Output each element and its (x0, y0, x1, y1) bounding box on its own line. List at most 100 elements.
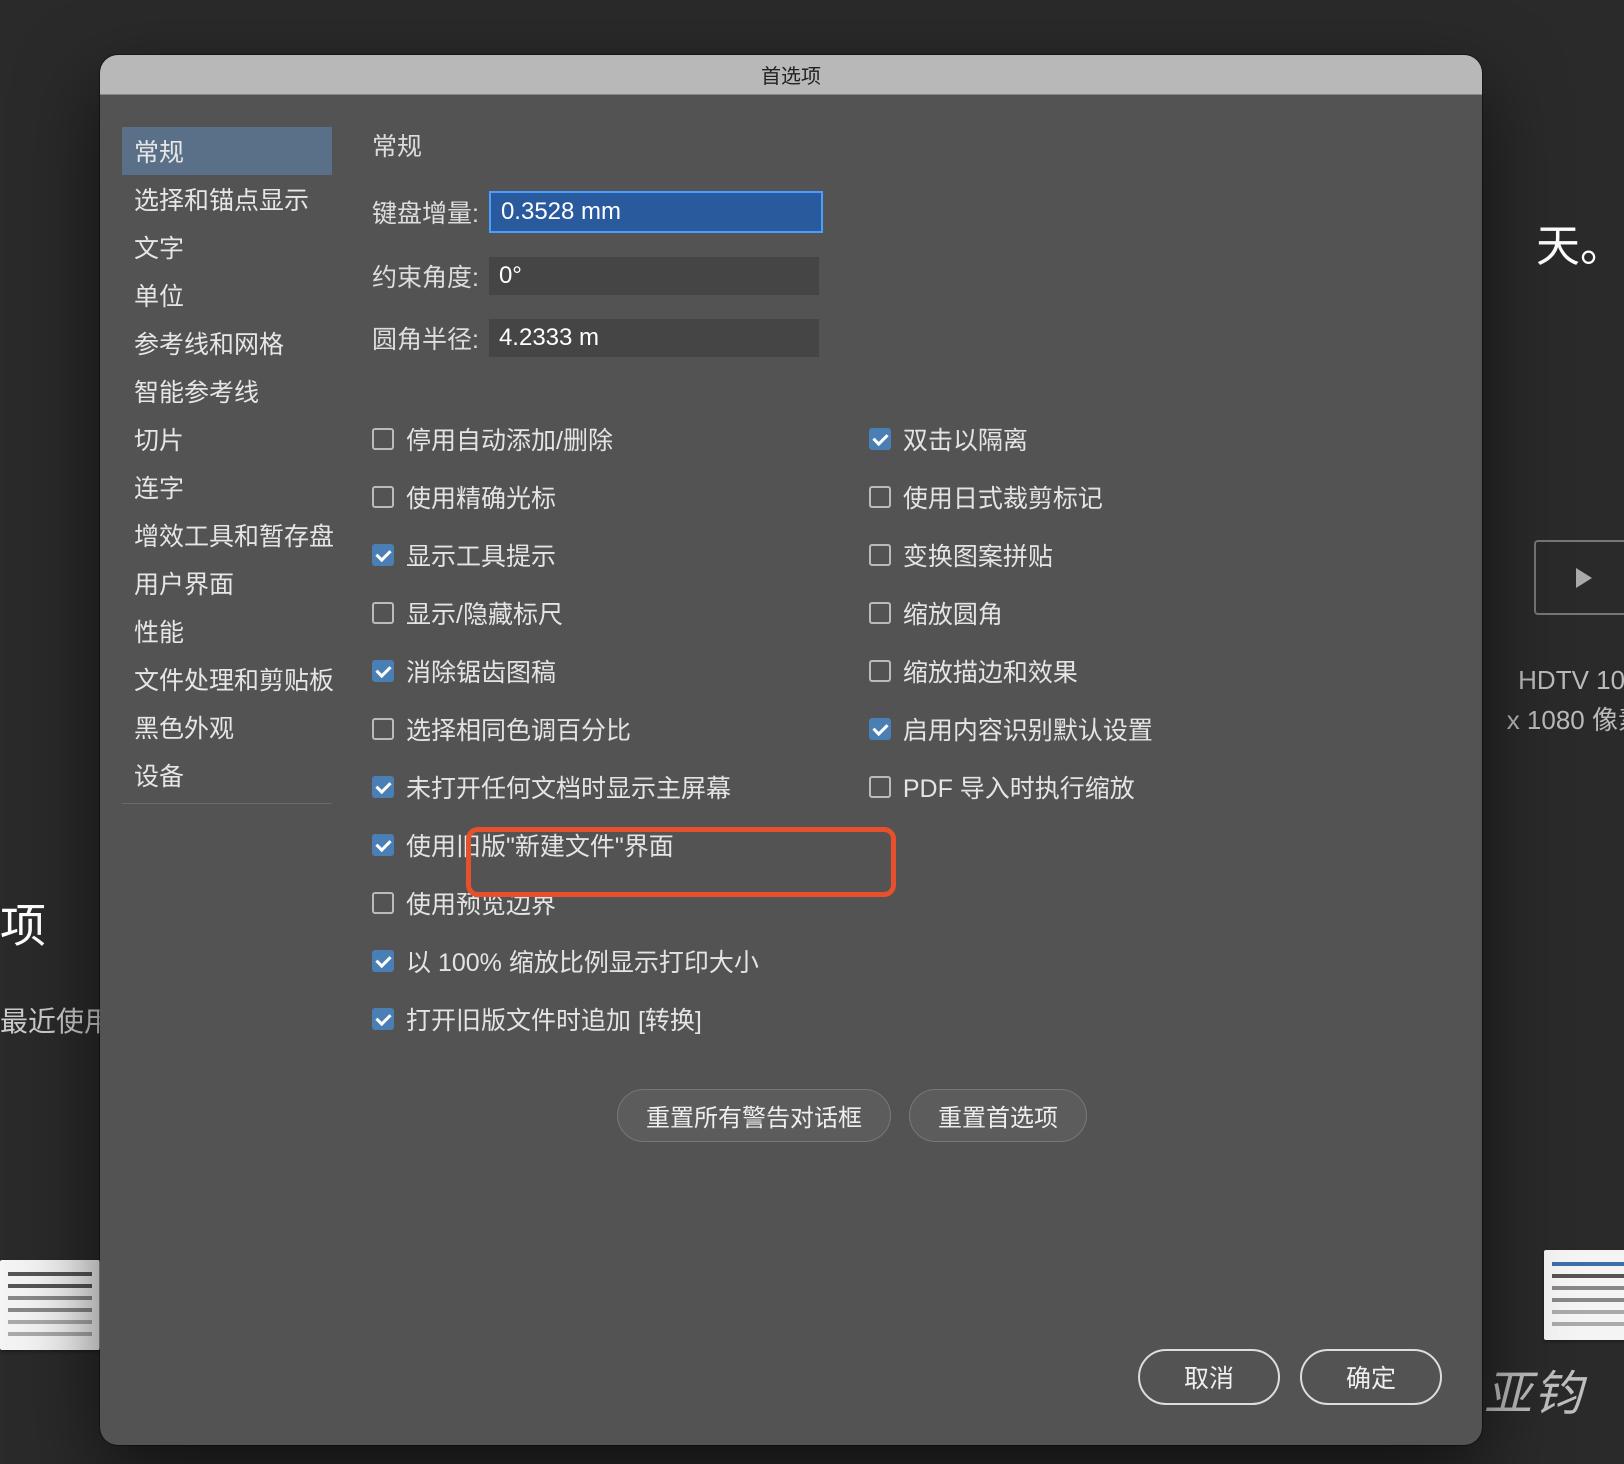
checkbox-label: 打开旧版文件时追加 [转换] (406, 1001, 702, 1037)
recent-thumbnail (0, 1260, 100, 1350)
checkbox-icon[interactable] (372, 834, 394, 856)
left-check-3[interactable]: 显示/隐藏标尺 (372, 595, 759, 631)
dialog-title: 首选项 (100, 55, 1482, 95)
checkbox-icon[interactable] (372, 950, 394, 972)
checkbox-label: 显示/隐藏标尺 (406, 595, 563, 631)
right-check-5[interactable]: 启用内容识别默认设置 (869, 711, 1153, 747)
checkbox-icon[interactable] (869, 776, 891, 798)
sidebar-item-plugins[interactable]: 增效工具和暂存盘 (122, 511, 332, 559)
dialog-footer: 取消 确定 (100, 1349, 1482, 1445)
left-check-9[interactable]: 以 100% 缩放比例显示打印大小 (372, 943, 759, 979)
checkbox-label: 选择相同色调百分比 (406, 711, 631, 747)
left-check-10[interactable]: 打开旧版文件时追加 [转换] (372, 1001, 759, 1037)
reset-prefs-button[interactable]: 重置首选项 (909, 1089, 1087, 1142)
checkbox-label: 未打开任何文档时显示主屏幕 (406, 769, 731, 805)
left-check-1[interactable]: 使用精确光标 (372, 479, 759, 515)
left-check-2[interactable]: 显示工具提示 (372, 537, 759, 573)
row-corner-radius: 圆角半径: (372, 319, 1452, 357)
input-constrain-angle[interactable] (489, 257, 819, 295)
right-check-1[interactable]: 使用日式裁剪标记 (869, 479, 1153, 515)
content-panel: 常规 键盘增量: 约束角度: 圆角半径: 停用自动添加/删除使用精确光标显示工具… (332, 127, 1452, 1349)
checkbox-icon[interactable] (869, 486, 891, 508)
bg-left-subheading: 最近使用 (0, 1000, 112, 1040)
bg-preset-dims: x 1080 像素 (1507, 700, 1624, 737)
preset-thumbnail-icon (1534, 540, 1624, 615)
checkbox-label: 使用日式裁剪标记 (903, 479, 1103, 515)
label-corner-radius: 圆角半径: (372, 320, 479, 356)
checkbox-label: 启用内容识别默认设置 (903, 711, 1153, 747)
checkbox-label: PDF 导入时执行缩放 (903, 769, 1135, 805)
recent-thumbnail (1544, 1250, 1624, 1340)
right-check-6[interactable]: PDF 导入时执行缩放 (869, 769, 1153, 805)
sidebar-item-hyphenation[interactable]: 连字 (122, 463, 332, 511)
sidebar-item-units[interactable]: 单位 (122, 271, 332, 319)
sidebar-item-slices[interactable]: 切片 (122, 415, 332, 463)
sidebar-item-file-handling[interactable]: 文件处理和剪贴板 (122, 655, 332, 703)
checkbox-icon[interactable] (372, 1008, 394, 1030)
checkbox-icon[interactable] (372, 428, 394, 450)
left-check-8[interactable]: 使用预览边界 (372, 885, 759, 921)
checkbox-column-right: 双击以隔离使用日式裁剪标记变换图案拼贴缩放圆角缩放描边和效果启用内容识别默认设置… (869, 421, 1153, 1037)
sidebar-item-devices[interactable]: 设备 (122, 751, 332, 799)
checkbox-column-left: 停用自动添加/删除使用精确光标显示工具提示显示/隐藏标尺消除锯齿图稿选择相同色调… (372, 421, 759, 1037)
checkbox-icon[interactable] (372, 602, 394, 624)
preferences-sidebar: 常规 选择和锚点显示 文字 单位 参考线和网格 智能参考线 切片 连字 增效工具… (122, 127, 332, 804)
dialog-body: 常规 选择和锚点显示 文字 单位 参考线和网格 智能参考线 切片 连字 增效工具… (100, 95, 1482, 1349)
bg-preset-title: HDTV 1080 (1518, 665, 1624, 696)
label-keyboard-increment: 键盘增量: (372, 194, 479, 230)
checkbox-label: 使用旧版"新建文件"界面 (406, 827, 674, 863)
sidebar-item-guides[interactable]: 参考线和网格 (122, 319, 332, 367)
checkbox-icon[interactable] (372, 718, 394, 740)
row-keyboard-increment: 键盘增量: (372, 191, 1452, 233)
input-corner-radius[interactable] (489, 319, 819, 357)
checkbox-label: 缩放描边和效果 (903, 653, 1078, 689)
right-check-0[interactable]: 双击以隔离 (869, 421, 1153, 457)
checkbox-icon[interactable] (372, 486, 394, 508)
checkbox-label: 使用精确光标 (406, 479, 556, 515)
checkbox-icon[interactable] (869, 718, 891, 740)
label-constrain-angle: 约束角度: (372, 258, 479, 294)
sidebar-item-smart-guides[interactable]: 智能参考线 (122, 367, 332, 415)
bg-text: 天。 (1536, 210, 1624, 274)
checkbox-label: 消除锯齿图稿 (406, 653, 556, 689)
left-check-7[interactable]: 使用旧版"新建文件"界面 (372, 827, 759, 863)
checkbox-icon[interactable] (869, 544, 891, 566)
row-constrain-angle: 约束角度: (372, 257, 1452, 295)
checkbox-label: 以 100% 缩放比例显示打印大小 (406, 943, 759, 979)
checkbox-icon[interactable] (372, 892, 394, 914)
reset-button-row: 重置所有警告对话框 重置首选项 (252, 1089, 1452, 1142)
checkbox-zone: 停用自动添加/删除使用精确光标显示工具提示显示/隐藏标尺消除锯齿图稿选择相同色调… (372, 421, 1452, 1037)
left-check-5[interactable]: 选择相同色调百分比 (372, 711, 759, 747)
sidebar-item-ui[interactable]: 用户界面 (122, 559, 332, 607)
checkbox-label: 停用自动添加/删除 (406, 421, 613, 457)
checkbox-icon[interactable] (869, 660, 891, 682)
right-check-2[interactable]: 变换图案拼贴 (869, 537, 1153, 573)
right-check-3[interactable]: 缩放圆角 (869, 595, 1153, 631)
reset-warnings-button[interactable]: 重置所有警告对话框 (617, 1089, 891, 1142)
cancel-button[interactable]: 取消 (1138, 1349, 1280, 1405)
left-check-4[interactable]: 消除锯齿图稿 (372, 653, 759, 689)
sidebar-item-general[interactable]: 常规 (122, 127, 332, 175)
checkbox-icon[interactable] (869, 428, 891, 450)
checkbox-icon[interactable] (372, 660, 394, 682)
checkbox-icon[interactable] (372, 776, 394, 798)
input-keyboard-increment[interactable] (489, 191, 823, 233)
checkbox-label: 变换图案拼贴 (903, 537, 1053, 573)
sidebar-item-performance[interactable]: 性能 (122, 607, 332, 655)
left-check-0[interactable]: 停用自动添加/删除 (372, 421, 759, 457)
sidebar-item-selection[interactable]: 选择和锚点显示 (122, 175, 332, 223)
sidebar-item-type[interactable]: 文字 (122, 223, 332, 271)
right-check-4[interactable]: 缩放描边和效果 (869, 653, 1153, 689)
preferences-dialog: 首选项 常规 选择和锚点显示 文字 单位 参考线和网格 智能参考线 切片 连字 … (100, 55, 1482, 1445)
checkbox-icon[interactable] (372, 544, 394, 566)
checkbox-label: 双击以隔离 (903, 421, 1028, 457)
checkbox-label: 缩放圆角 (903, 595, 1003, 631)
checkbox-label: 显示工具提示 (406, 537, 556, 573)
checkbox-label: 使用预览边界 (406, 885, 556, 921)
section-title: 常规 (372, 127, 1452, 163)
bg-left-heading: 项 (0, 890, 46, 956)
sidebar-item-black-appearance[interactable]: 黑色外观 (122, 703, 332, 751)
left-check-6[interactable]: 未打开任何文档时显示主屏幕 (372, 769, 759, 805)
checkbox-icon[interactable] (869, 602, 891, 624)
ok-button[interactable]: 确定 (1300, 1349, 1442, 1405)
